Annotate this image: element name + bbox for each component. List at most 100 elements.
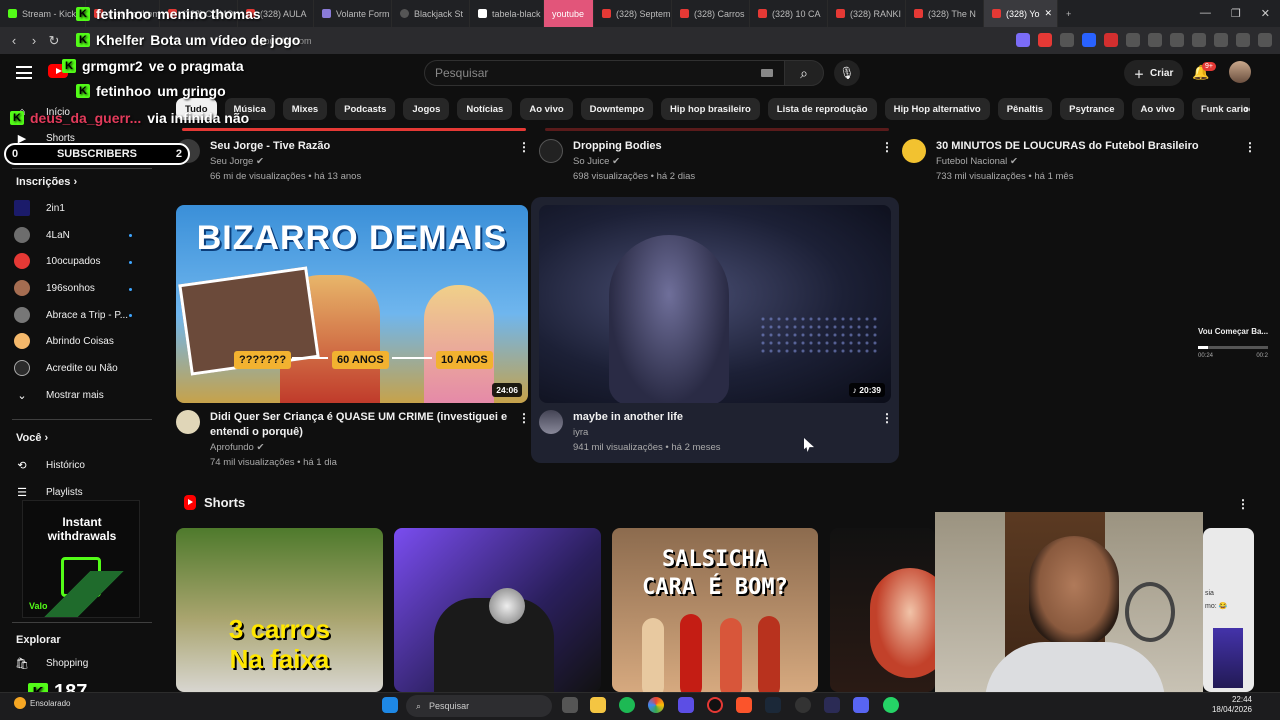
chip-podcasts[interactable]: Podcasts — [335, 98, 396, 120]
more-options-icon[interactable]: ⋮ — [518, 140, 530, 154]
steam-icon[interactable] — [765, 697, 781, 713]
more-options-icon[interactable]: ⋮ — [881, 140, 893, 154]
short-card[interactable]: SALSICHA CARA É BOM? — [612, 528, 818, 692]
spotify-icon[interactable] — [619, 697, 635, 713]
app-icon[interactable] — [795, 697, 811, 713]
tab-current[interactable]: (328) Yo ✕ — [984, 0, 1058, 27]
tab[interactable]: Blackjack St — [392, 0, 470, 27]
chip-not-cias[interactable]: Notícias — [457, 98, 513, 120]
search-input[interactable]: Pesquisar — [424, 60, 786, 86]
hamburger-menu-icon[interactable] — [16, 66, 32, 79]
tab[interactable]: (328) Carros — [672, 0, 750, 27]
wallet-icon[interactable] — [1214, 33, 1228, 47]
keyboard-icon[interactable] — [761, 69, 773, 77]
video-thumbnail[interactable]: ♪ 20:39 — [539, 205, 891, 403]
video-title[interactable]: Didi Quer Ser Criança é QUASE UM CRIME (… — [210, 410, 516, 440]
sidebar-channel[interactable]: Acredite ou Não — [14, 357, 118, 379]
channel-avatar[interactable] — [539, 139, 563, 163]
maximize-icon[interactable]: ❐ — [1231, 7, 1241, 20]
chip-hip-hop-brasileiro[interactable]: Hip hop brasileiro — [661, 98, 760, 120]
tab-close-icon[interactable]: ✕ — [1045, 8, 1053, 19]
extension-icon[interactable] — [1038, 33, 1052, 47]
brave-icon[interactable] — [736, 697, 752, 713]
subscriptions-header[interactable]: Inscrições › — [16, 176, 77, 188]
sidebar-channel[interactable]: 10ocupados — [14, 250, 101, 272]
sidebar-channel[interactable]: 196sonhos — [14, 277, 95, 299]
system-clock[interactable]: 22:44 18/04/2026 — [1206, 695, 1252, 715]
video-title[interactable]: maybe in another life — [573, 410, 720, 425]
short-card[interactable] — [394, 528, 601, 692]
video-card[interactable]: Didi Quer Ser Criança é QUASE UM CRIME (… — [176, 410, 516, 470]
mini-player-progress[interactable] — [1198, 346, 1268, 349]
extension-icon[interactable] — [1148, 33, 1162, 47]
task-view-icon[interactable] — [562, 697, 578, 713]
new-tab-button[interactable]: + — [1058, 0, 1079, 27]
short-card[interactable] — [830, 528, 935, 692]
tab[interactable]: Stream - Kick — [0, 0, 86, 27]
short-card[interactable]: sia mo: 😂 — [1203, 528, 1254, 692]
minimize-icon[interactable]: — — [1200, 7, 1211, 20]
chevron-right-icon[interactable]: › — [1244, 101, 1248, 116]
tab[interactable]: (328) The N — [906, 0, 984, 27]
video-thumbnail[interactable]: BIZARRO DEMAIS ??????? 60 ANOS 10 ANOS 2… — [176, 205, 528, 403]
chip-hip-hop-alternativo[interactable]: Hip Hop alternativo — [884, 98, 990, 120]
sidebar-toggle-icon[interactable] — [1192, 33, 1206, 47]
forward-icon[interactable]: › — [24, 33, 44, 48]
channel-name[interactable]: iyra — [573, 425, 720, 440]
channel-name[interactable]: Aprofundo ✔ — [210, 440, 516, 455]
video-card[interactable]: maybe in another life iyra 941 mil visua… — [539, 410, 879, 455]
sidebar-channel[interactable]: Abrindo Coisas — [14, 330, 114, 352]
extension-icon[interactable] — [1082, 33, 1096, 47]
chip-lista-de-reprodu-o[interactable]: Lista de reprodução — [767, 98, 877, 120]
sidebar-channel[interactable]: 2in1 — [14, 197, 65, 219]
channel-avatar[interactable] — [902, 139, 926, 163]
sidebar-channel[interactable]: Abrace a Trip - P... — [14, 304, 128, 326]
tab[interactable]: Volante Form — [314, 0, 392, 27]
channel-name[interactable]: Futebol Nacional ✔ — [936, 154, 1199, 169]
channel-name[interactable]: So Juice ✔ — [573, 154, 695, 169]
sidebar-channel[interactable]: 4LaN — [14, 224, 70, 246]
create-button[interactable]: ＋ Criar — [1124, 60, 1184, 86]
chip-ao-vivo[interactable]: Ao vivo — [520, 98, 573, 120]
close-window-icon[interactable]: ✕ — [1261, 7, 1270, 20]
shield-icon[interactable] — [1236, 33, 1250, 47]
short-card[interactable]: 3 carros Na faixa — [176, 528, 383, 692]
show-more-button[interactable]: ⌄ Mostrar mais — [14, 384, 103, 406]
channel-avatar[interactable] — [176, 410, 200, 434]
tab[interactable]: (328) 10 CA — [750, 0, 828, 27]
app-icon[interactable] — [824, 697, 840, 713]
channel-avatar[interactable] — [539, 410, 563, 434]
you-header[interactable]: Você › — [16, 432, 48, 444]
tab-active-search[interactable]: youtube — [544, 0, 594, 27]
channel-name[interactable]: Seu Jorge ✔ — [210, 154, 361, 169]
video-card[interactable]: Seu Jorge - Tive Razão Seu Jorge ✔ 66 mi… — [176, 139, 516, 184]
menu-icon[interactable] — [1258, 33, 1272, 47]
extension-icon[interactable] — [1060, 33, 1074, 47]
chip-jogos[interactable]: Jogos — [403, 98, 450, 120]
chip-p-naltis[interactable]: Pênaltis — [997, 98, 1053, 120]
chip-ao-vivo[interactable]: Ao vivo — [1131, 98, 1184, 120]
tab[interactable]: (328) Septem — [594, 0, 672, 27]
video-card[interactable]: 30 MINUTOS DE LOUCURAS do Futebol Brasil… — [902, 139, 1242, 184]
puzzle-icon[interactable] — [1126, 33, 1140, 47]
back-icon[interactable]: ‹ — [4, 33, 24, 48]
more-options-icon[interactable]: ⋮ — [518, 411, 530, 425]
extension-icon[interactable] — [1016, 33, 1030, 47]
taskbar-search[interactable]: ⌕ Pesquisar — [406, 695, 552, 717]
chrome-icon[interactable] — [648, 697, 664, 713]
account-avatar[interactable] — [1229, 61, 1251, 83]
windows-start-icon[interactable] — [382, 697, 398, 713]
weather-widget[interactable]: Ensolarado — [14, 697, 70, 709]
mini-player[interactable]: Vou Começar Ba... 00:24 00:2 — [1198, 327, 1280, 375]
tab[interactable]: (328) RANKI — [828, 0, 906, 27]
extension-icon[interactable] — [1170, 33, 1184, 47]
chip-downtempo[interactable]: Downtempo — [580, 98, 654, 120]
tab[interactable]: tabela-black — [470, 0, 544, 27]
search-button[interactable]: ⌕ — [784, 60, 824, 86]
more-options-icon[interactable]: ⋮ — [881, 411, 893, 425]
more-options-icon[interactable]: ⋮ — [1244, 140, 1256, 154]
extension-icon[interactable] — [1104, 33, 1118, 47]
more-options-icon[interactable]: ⋮ — [1237, 497, 1249, 511]
video-title[interactable]: Dropping Bodies — [573, 139, 695, 154]
discord-icon[interactable] — [853, 697, 869, 713]
